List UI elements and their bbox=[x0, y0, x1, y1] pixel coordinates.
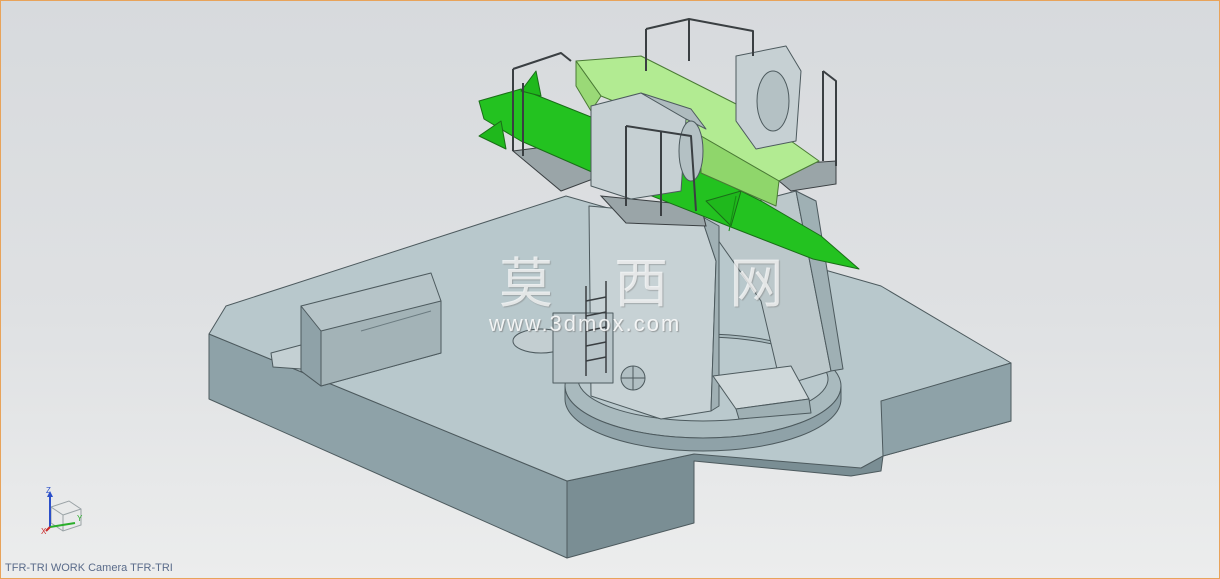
coordinate-triad-icon: Z Y X bbox=[41, 486, 83, 535]
triad-z-label: Z bbox=[46, 486, 51, 495]
missile-fin-bottom bbox=[478, 120, 507, 150]
watermark-site-name: 莫 西 网 bbox=[499, 252, 806, 315]
watermark-url: www.3dmox.com bbox=[489, 311, 682, 336]
view-label: TFR-TRI WORK Camera TFR-TRI bbox=[5, 562, 173, 574]
cad-viewport[interactable]: 莫 西 网 www.3dmox.com Z Y X TFR-TRI WORK C… bbox=[0, 0, 1220, 579]
triad-x-label: X bbox=[41, 527, 47, 535]
triad-y-label: Y bbox=[77, 514, 83, 523]
